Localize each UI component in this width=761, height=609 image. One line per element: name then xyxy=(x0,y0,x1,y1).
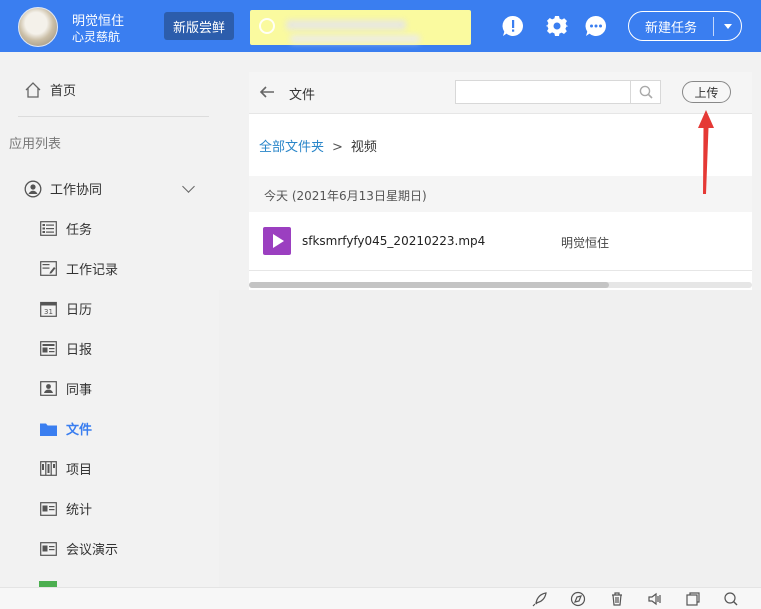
new-task-button[interactable]: 新建任务 xyxy=(628,11,742,41)
window-icon[interactable] xyxy=(685,591,701,607)
sidebar: 首页 应用列表 工作协同 任务 工作记录 31 日历 日报 同事 文件 项目 统… xyxy=(0,52,219,587)
blurred-search-text xyxy=(286,20,406,30)
sidebar-item-label: 会议演示 xyxy=(66,543,119,558)
sidebar-item-label: 日历 xyxy=(66,303,93,318)
stats-icon xyxy=(39,501,57,517)
sidebar-item-label: 首页 xyxy=(50,84,77,99)
panel-header: 文件 上传 xyxy=(249,72,752,114)
file-name[interactable]: sfksmrfyfy045_20210223.mp4 xyxy=(302,234,485,248)
file-panel: 文件 上传 全部文件夹 > 视频 今天 (2021年6月13日星期日) sfksmr… xyxy=(249,72,752,290)
alert-icon[interactable] xyxy=(502,15,524,37)
rocket-icon[interactable] xyxy=(532,591,548,607)
breadcrumb-root-link[interactable]: 全部文件夹 xyxy=(259,140,324,155)
home-icon xyxy=(25,81,41,98)
file-row[interactable]: sfksmrfyfy045_20210223.mp4 明觉恒住 xyxy=(249,212,752,271)
folder-icon xyxy=(39,421,57,437)
top-bar: 明觉恒住 心灵慈航 新版尝鲜 新建任务 xyxy=(0,0,761,52)
bottom-toolbar xyxy=(0,587,761,609)
date-group-label: 今天 (2021年6月13日星期日) xyxy=(264,189,427,203)
user-motto: 心灵慈航 xyxy=(72,30,121,44)
user-name[interactable]: 明觉恒住 xyxy=(72,10,124,29)
sidebar-item-label: 工作记录 xyxy=(66,263,119,278)
breadcrumb-separator: > xyxy=(332,140,343,155)
calendar-icon: 31 xyxy=(39,301,57,317)
main-background xyxy=(219,290,761,587)
blurred-search-text xyxy=(290,35,420,43)
search-icon xyxy=(639,85,653,99)
scrollbar-thumb[interactable] xyxy=(249,282,609,288)
back-arrow-icon[interactable] xyxy=(259,84,275,100)
app-list-heading: 应用列表 xyxy=(9,137,62,152)
search-button[interactable] xyxy=(630,81,660,103)
upload-button[interactable]: 上传 xyxy=(682,81,731,103)
sidebar-item-meeting[interactable]: 会议演示 xyxy=(39,539,118,558)
compass-icon[interactable] xyxy=(570,591,586,607)
group-label: 工作协同 xyxy=(50,183,103,198)
breadcrumb-current: 视频 xyxy=(350,140,377,155)
sidebar-item-stats[interactable]: 统计 xyxy=(39,499,92,518)
file-owner: 明觉恒住 xyxy=(561,236,610,250)
svg-text:31: 31 xyxy=(44,308,53,316)
annotation-arrow-icon xyxy=(698,110,714,194)
sidebar-group-work-collab[interactable]: 工作协同 xyxy=(24,179,199,198)
search-icon xyxy=(259,18,275,34)
horizontal-scrollbar[interactable] xyxy=(249,282,752,288)
sidebar-item-colleague[interactable]: 同事 xyxy=(39,379,92,398)
speaker-icon[interactable] xyxy=(647,591,663,607)
breadcrumb: 全部文件夹 > 视频 xyxy=(259,136,377,155)
sidebar-item-files[interactable]: 文件 xyxy=(39,419,92,438)
chat-icon[interactable] xyxy=(585,15,607,37)
search-icon[interactable] xyxy=(723,591,739,607)
sidebar-item-label: 项目 xyxy=(66,463,93,478)
sidebar-item-home[interactable]: 首页 xyxy=(24,80,76,99)
global-search-input[interactable] xyxy=(250,10,471,45)
sidebar-item-calendar[interactable]: 31 日历 xyxy=(39,299,92,318)
new-version-button[interactable]: 新版尝鲜 xyxy=(164,12,234,40)
file-search-input[interactable] xyxy=(455,80,661,104)
sidebar-item-label: 任务 xyxy=(66,223,93,238)
sidebar-item-work-record[interactable]: 工作记录 xyxy=(39,259,118,278)
colleague-icon xyxy=(39,381,57,397)
trash-icon[interactable] xyxy=(609,591,625,607)
daily-report-icon xyxy=(39,341,57,357)
divider xyxy=(18,116,209,117)
video-file-icon xyxy=(263,227,291,255)
work-record-icon xyxy=(39,261,57,277)
chevron-down-icon[interactable] xyxy=(182,180,195,193)
avatar[interactable] xyxy=(18,7,58,47)
task-list-icon xyxy=(39,221,57,237)
sidebar-item-label: 同事 xyxy=(66,383,93,398)
new-task-label[interactable]: 新建任务 xyxy=(629,16,714,36)
sidebar-item-label: 日报 xyxy=(66,343,93,358)
project-icon xyxy=(39,461,57,477)
meeting-icon xyxy=(39,541,57,557)
panel-title: 文件 xyxy=(289,88,316,103)
sidebar-item-project[interactable]: 项目 xyxy=(39,459,92,478)
chevron-down-icon[interactable] xyxy=(714,24,741,29)
sidebar-item-label: 文件 xyxy=(66,423,93,438)
user-circle-icon xyxy=(24,180,42,197)
gear-icon[interactable] xyxy=(545,15,569,37)
sidebar-item-daily-report[interactable]: 日报 xyxy=(39,339,92,358)
sidebar-item-task[interactable]: 任务 xyxy=(39,219,92,238)
sidebar-item-label: 统计 xyxy=(66,503,93,518)
date-group-header: 今天 (2021年6月13日星期日) xyxy=(249,176,752,212)
